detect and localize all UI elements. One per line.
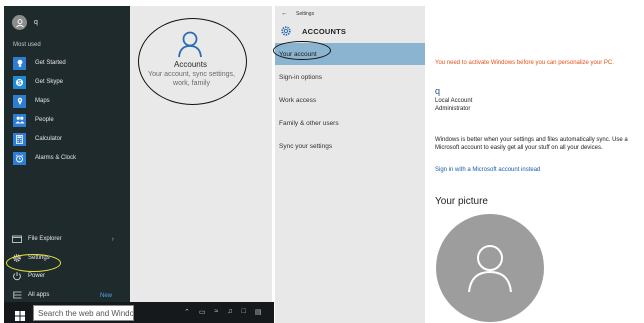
file-explorer-button[interactable]: File Explorer: [12, 234, 62, 244]
app-get-skype[interactable]: S Get Skype: [13, 73, 76, 91]
keyboard-icon[interactable]: ▤: [255, 308, 262, 316]
chevron-up-icon[interactable]: ⌃: [184, 308, 190, 316]
microsoft-account-link[interactable]: Sign in with a Microsoft account instead: [435, 167, 540, 173]
app-label: Get Skype: [35, 79, 64, 85]
app-label: People: [35, 117, 54, 123]
account-name: q: [435, 86, 441, 96]
list-icon: [12, 290, 22, 300]
all-apps-button[interactable]: All apps: [12, 290, 49, 300]
account-type-label: Local Account: [435, 98, 473, 104]
settings-home-panel: Accounts Your account, sync settings, wo…: [130, 6, 272, 302]
app-calculator[interactable]: Calculator: [13, 130, 76, 148]
taskbar: Search the web and Windows ⌃ ▭ ≈ ♫ □ ▤: [4, 302, 274, 323]
user-account-button[interactable]: q: [12, 15, 38, 30]
accounts-header: ACCOUNTS: [280, 25, 346, 37]
power-button[interactable]: Power: [12, 271, 45, 281]
app-people[interactable]: People: [13, 111, 76, 129]
profile-picture: [436, 214, 544, 322]
activation-warning: You need to activate Windows before you …: [435, 60, 614, 66]
start-menu: q Most used Get Started S Get Skype Maps…: [4, 6, 130, 323]
settings-highlight-circle: [6, 254, 61, 272]
power-label: Power: [28, 273, 46, 279]
taskbar-search-input[interactable]: Search the web and Windows: [33, 305, 134, 321]
gear-icon: [281, 26, 291, 36]
calculator-icon: [13, 132, 26, 146]
nav-sync-settings[interactable]: Sync your settings: [275, 135, 425, 157]
settings-window: ← Settings ACCOUNTS Your account Sign-in…: [273, 6, 644, 323]
wifi-icon[interactable]: ≈: [215, 308, 219, 316]
window-title: Settings: [296, 10, 315, 17]
sync-description: Windows is better when your settings and…: [435, 137, 628, 151]
volume-icon[interactable]: ♫: [227, 308, 232, 316]
svg-text:S: S: [17, 80, 21, 86]
skype-icon: S: [13, 75, 26, 89]
most-used-header: Most used: [13, 42, 41, 48]
user-name: q: [34, 19, 38, 26]
person-icon: [468, 245, 512, 293]
alarm-clock-icon: [13, 151, 26, 165]
search-placeholder: Search the web and Windows: [38, 308, 133, 318]
system-tray: ⌃ ▭ ≈ ♫ □ ▤: [184, 308, 261, 316]
new-badge: New: [99, 293, 112, 299]
user-avatar-icon: [12, 15, 27, 30]
battery-icon[interactable]: ▭: [199, 308, 206, 316]
people-icon: [13, 113, 26, 127]
notifications-icon[interactable]: □: [242, 308, 246, 316]
app-label: Calculator: [35, 136, 63, 142]
app-label: Maps: [35, 98, 50, 104]
file-explorer-label: File Explorer: [28, 236, 62, 242]
app-alarms-clock[interactable]: Alarms & Clock: [13, 149, 76, 167]
app-label: Alarms & Clock: [35, 155, 77, 161]
back-button[interactable]: ← Settings: [281, 10, 314, 17]
screenshot-composite: q Most used Get Started S Get Skype Maps…: [0, 0, 644, 323]
accounts-heading: ACCOUNTS: [302, 26, 347, 36]
folder-icon: [12, 234, 22, 244]
accounts-highlight-circle: [138, 18, 247, 105]
app-get-started[interactable]: Get Started: [13, 54, 76, 72]
accounts-sidebar: ← Settings ACCOUNTS Your account Sign-in…: [273, 6, 425, 323]
nav-sign-in-options[interactable]: Sign-in options: [275, 66, 425, 88]
windows-logo-icon[interactable]: [15, 308, 25, 321]
account-role-label: Administrator: [435, 106, 471, 112]
back-arrow-icon: ←: [281, 10, 288, 17]
nav-family-other-users[interactable]: Family & other users: [275, 112, 425, 134]
lightbulb-icon: [13, 56, 26, 70]
most-used-list: Get Started S Get Skype Maps People Calc…: [13, 54, 76, 168]
picture-heading: Your picture: [435, 196, 488, 207]
nav-work-access[interactable]: Work access: [275, 89, 425, 111]
your-account-highlight-circle: [273, 41, 331, 60]
maps-icon: [13, 94, 26, 108]
all-apps-label: All apps: [28, 292, 50, 298]
power-icon: [12, 271, 22, 281]
app-label: Get Started: [35, 60, 66, 66]
account-type: Local Account Administrator: [435, 97, 472, 113]
chevron-right-icon[interactable]: ›: [112, 236, 114, 243]
app-maps[interactable]: Maps: [13, 92, 76, 110]
